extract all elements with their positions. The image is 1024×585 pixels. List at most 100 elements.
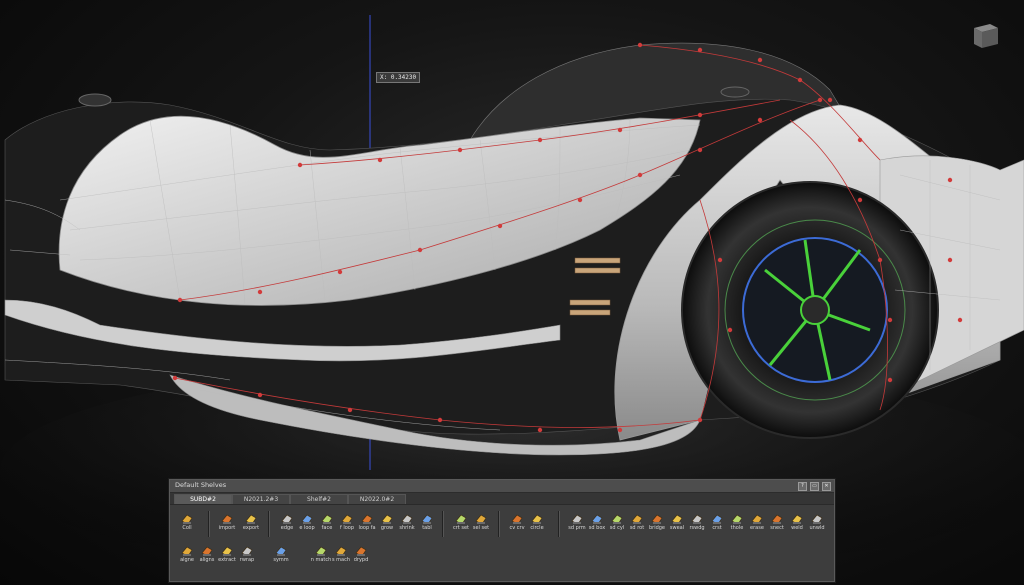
tab-subd2[interactable]: SUBD#2 bbox=[174, 494, 232, 504]
restore-button[interactable]: ▭ bbox=[810, 482, 819, 491]
tool-label: circle bbox=[530, 525, 544, 531]
tool-cv-crv-button[interactable]: cv crv bbox=[506, 511, 528, 537]
tool-extract-button[interactable]: extract bbox=[216, 543, 238, 569]
tool-loop-fa-button[interactable]: loop fa bbox=[356, 511, 378, 537]
tool-s-mach-button[interactable]: s mach bbox=[330, 543, 352, 569]
circle-icon bbox=[530, 511, 544, 525]
tool-symm-button[interactable]: symm bbox=[270, 543, 292, 569]
tool-grow-button[interactable]: grow bbox=[376, 511, 398, 537]
help-button[interactable]: ? bbox=[798, 482, 807, 491]
tool-sd-prm-button[interactable]: sd prm bbox=[566, 511, 588, 537]
face-icon bbox=[320, 511, 334, 525]
tool-export-button[interactable]: export bbox=[240, 511, 262, 537]
tool-shrink-button[interactable]: shrink bbox=[396, 511, 418, 537]
loop-face-icon bbox=[360, 511, 374, 525]
tool-algne-button[interactable]: algne bbox=[176, 543, 198, 569]
tab-n2022-0-2[interactable]: N2022.0#2 bbox=[348, 494, 406, 504]
shelf-titlebar[interactable]: Default Shelves ? ▭ ✕ bbox=[170, 480, 834, 493]
tool-edge-button[interactable]: edge bbox=[276, 511, 298, 537]
tool-n-match-button[interactable]: n match bbox=[310, 543, 332, 569]
connect-icon bbox=[770, 511, 784, 525]
subd-rotate-icon bbox=[630, 511, 644, 525]
tool-thole-button[interactable]: thole bbox=[726, 511, 748, 537]
tool-label: export bbox=[242, 525, 260, 531]
face-loop-icon bbox=[340, 511, 354, 525]
shelf-title: Default Shelves bbox=[175, 481, 227, 489]
hole-icon bbox=[730, 511, 744, 525]
coordinate-readout: X: 0.34230 bbox=[376, 72, 421, 83]
tool-bridge-button[interactable]: bridge bbox=[646, 511, 668, 537]
tool-unwld-button[interactable]: unwld bbox=[806, 511, 828, 537]
tool-sd-box-button[interactable]: sd box bbox=[586, 511, 608, 537]
shrink-icon bbox=[400, 511, 414, 525]
tool-rwrap-button[interactable]: rwrap bbox=[236, 543, 258, 569]
rswdg-icon bbox=[690, 511, 704, 525]
n-match-icon bbox=[314, 543, 328, 557]
tool-import-button[interactable]: import bbox=[216, 511, 238, 537]
tool-label: rwrap bbox=[239, 557, 255, 563]
sweep-icon bbox=[670, 511, 684, 525]
tool-label: unwld bbox=[809, 525, 825, 531]
tool-f-loop-button[interactable]: f loop bbox=[336, 511, 358, 537]
align-s-icon bbox=[200, 543, 214, 557]
tool-sel-set-button[interactable]: sel set bbox=[470, 511, 492, 537]
tool-face-button[interactable]: face bbox=[316, 511, 338, 537]
shelf-separator bbox=[498, 511, 500, 537]
tool-erase-button[interactable]: erase bbox=[746, 511, 768, 537]
tool-drypd-button[interactable]: drypd bbox=[350, 543, 372, 569]
edge-loop-icon bbox=[300, 511, 314, 525]
shelf-separator bbox=[442, 511, 444, 537]
unweld-icon bbox=[810, 511, 824, 525]
shelf-tab-bar: SUBD#2 N2021.2#3 Shelf#2 N2022.0#2 bbox=[170, 493, 834, 505]
tool-label: drypd bbox=[353, 557, 369, 563]
export-icon bbox=[244, 511, 258, 525]
tool-sd-cyl-button[interactable]: sd cyl bbox=[606, 511, 628, 537]
tool-Coll-button[interactable]: Coll bbox=[176, 511, 198, 537]
extract-icon bbox=[220, 543, 234, 557]
tool-label: sel set bbox=[472, 525, 490, 531]
cv-curve-icon bbox=[510, 511, 524, 525]
tool-sd-rot-button[interactable]: sd rot bbox=[626, 511, 648, 537]
drypd-icon bbox=[354, 543, 368, 557]
tab-shelf2[interactable]: Shelf#2 bbox=[290, 494, 348, 504]
subd-primitive-icon bbox=[570, 511, 584, 525]
shelf-separator bbox=[208, 511, 210, 537]
tool-label: symm bbox=[273, 557, 289, 563]
close-button[interactable]: ✕ bbox=[822, 482, 831, 491]
erase-icon bbox=[750, 511, 764, 525]
shelf-separator bbox=[558, 511, 560, 537]
table-icon bbox=[420, 511, 434, 525]
align-icon bbox=[180, 543, 194, 557]
bridge-icon bbox=[650, 511, 664, 525]
tool-aligns-button[interactable]: aligns bbox=[196, 543, 218, 569]
tool-crt-set-button[interactable]: crt set bbox=[450, 511, 472, 537]
tool-snect-button[interactable]: snect bbox=[766, 511, 788, 537]
tool-circle-button[interactable]: circle bbox=[526, 511, 548, 537]
view-cube-icon[interactable] bbox=[968, 18, 1002, 52]
grow-icon bbox=[380, 511, 394, 525]
weld-icon bbox=[790, 511, 804, 525]
tool-e-loop-button[interactable]: e loop bbox=[296, 511, 318, 537]
rewrap-icon bbox=[240, 543, 254, 557]
tool-weld-button[interactable]: weld bbox=[786, 511, 808, 537]
subd-box-icon bbox=[590, 511, 604, 525]
shelf-tools: Coll import export edge e loop face f loop loop… bbox=[170, 505, 834, 581]
shelf-panel[interactable]: Default Shelves ? ▭ ✕ SUBD#2 N2021.2#3 S… bbox=[169, 479, 835, 582]
create-set-icon bbox=[454, 511, 468, 525]
tool-tabl-button[interactable]: tabl bbox=[416, 511, 438, 537]
symmetry-icon bbox=[274, 543, 288, 557]
edge-icon bbox=[280, 511, 294, 525]
tool-label: Coll bbox=[182, 525, 192, 531]
tool-crst-button[interactable]: crst bbox=[706, 511, 728, 537]
tab-n2021-2-3[interactable]: N2021.2#3 bbox=[232, 494, 290, 504]
tool-sweal-button[interactable]: sweal bbox=[666, 511, 688, 537]
subd-cylinder-icon bbox=[610, 511, 624, 525]
s-match-icon bbox=[334, 543, 348, 557]
tool-rswdg-button[interactable]: rswdg bbox=[686, 511, 708, 537]
select-set-icon bbox=[474, 511, 488, 525]
trash-icon bbox=[180, 511, 194, 525]
shelf-separator bbox=[268, 511, 270, 537]
crease-icon bbox=[710, 511, 724, 525]
import-icon bbox=[220, 511, 234, 525]
tool-label: tabl bbox=[422, 525, 432, 531]
